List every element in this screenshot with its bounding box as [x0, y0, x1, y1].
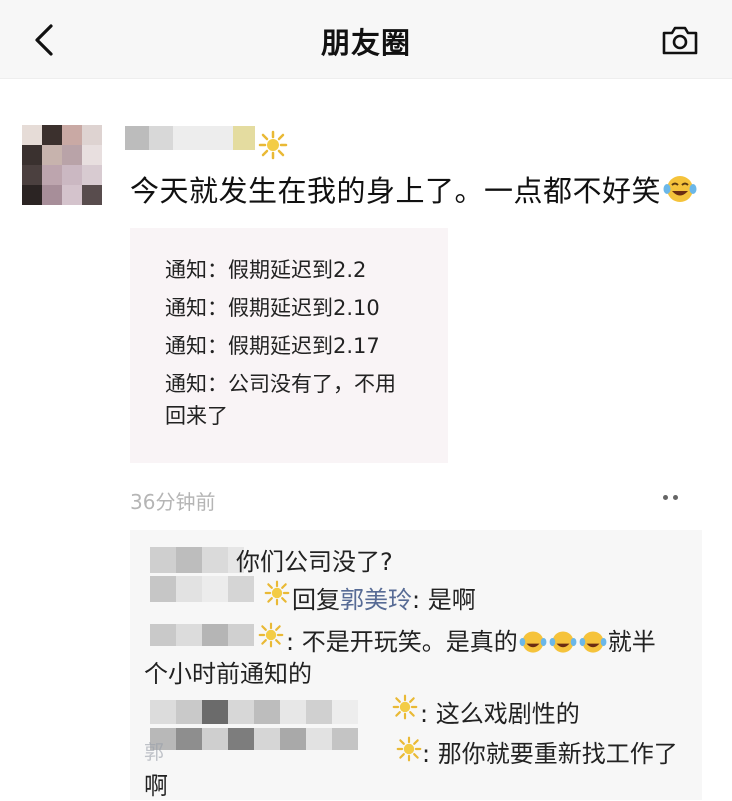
reply-target-name[interactable]: 郭美玲: [340, 586, 412, 614]
comment-4: : 这么戏剧性的: [420, 700, 580, 728]
laughing-tears-emoji-icon: [579, 631, 607, 653]
more-options-button[interactable]: [650, 484, 690, 510]
sun-emoji-icon: [264, 580, 290, 606]
laughing-tears-emoji-icon: [663, 176, 697, 202]
comment-2: 回复郭美玲: 是啊: [292, 580, 476, 615]
sun-emoji-icon: [258, 130, 288, 160]
reply-content: : 是啊: [412, 586, 476, 614]
comment-5: : 那你就要重新找工作了: [422, 740, 678, 768]
username-blurred[interactable]: [125, 126, 255, 150]
post-text-content: 今天就发生在我的身上了。一点都不好笑: [130, 174, 662, 208]
comments-box: 你们公司没了? 回复郭美玲: 是啊: 不是开玩笑。是真的 就半 个小时前通知的…: [130, 530, 702, 800]
comment-3-line2: 个小时前通知的: [144, 660, 312, 688]
camera-button[interactable]: [656, 18, 704, 62]
avatar[interactable]: [22, 125, 102, 205]
commenter-name-blurred[interactable]: [150, 576, 254, 602]
comment-5-name-fragment: 郭: [144, 740, 164, 764]
notice-line: 回来了: [165, 404, 228, 428]
dot-icon: [662, 494, 668, 500]
comment-3-text-end: 就半: [607, 628, 656, 656]
laughing-tears-emoji-icon: [519, 631, 547, 653]
comment-5-line2: 啊: [144, 772, 168, 800]
top-nav-bar: 朋友圈: [0, 0, 732, 79]
commenter-name-blurred[interactable]: [150, 547, 244, 573]
notice-line: 通知：公司没有了，不用: [165, 372, 396, 396]
notice-line: 通知：假期延迟到2.10: [165, 296, 380, 320]
post-text: 今天就发生在我的身上了。一点都不好笑: [130, 168, 697, 210]
notice-line: 通知：假期延迟到2.2: [165, 258, 367, 282]
commenter-name-blurred[interactable]: [150, 728, 358, 750]
comment-3-text: : 不是开玩笑。是真的: [286, 628, 518, 656]
laughing-tears-emoji-icon: [549, 631, 577, 653]
sun-emoji-icon: [396, 736, 422, 762]
dot-icon: [672, 494, 678, 500]
camera-icon: [662, 26, 698, 55]
sun-emoji-icon: [392, 694, 418, 720]
commenter-name-blurred[interactable]: [150, 700, 358, 724]
reply-prefix: 回复: [292, 586, 340, 614]
post-image-notice[interactable]: 通知：假期延迟到2.2 通知：假期延迟到2.10 通知：假期延迟到2.17 通知…: [130, 228, 448, 463]
post-time: 36分钟前: [130, 490, 216, 514]
comment-3: : 不是开玩笑。是真的 就半: [286, 622, 656, 657]
notice-line: 通知：假期延迟到2.17: [165, 334, 380, 358]
sun-emoji-icon: [258, 622, 284, 648]
commenter-name-blurred[interactable]: [150, 624, 254, 646]
page-title: 朋友圈: [320, 26, 411, 60]
comment-1: 你们公司没了?: [236, 548, 393, 576]
